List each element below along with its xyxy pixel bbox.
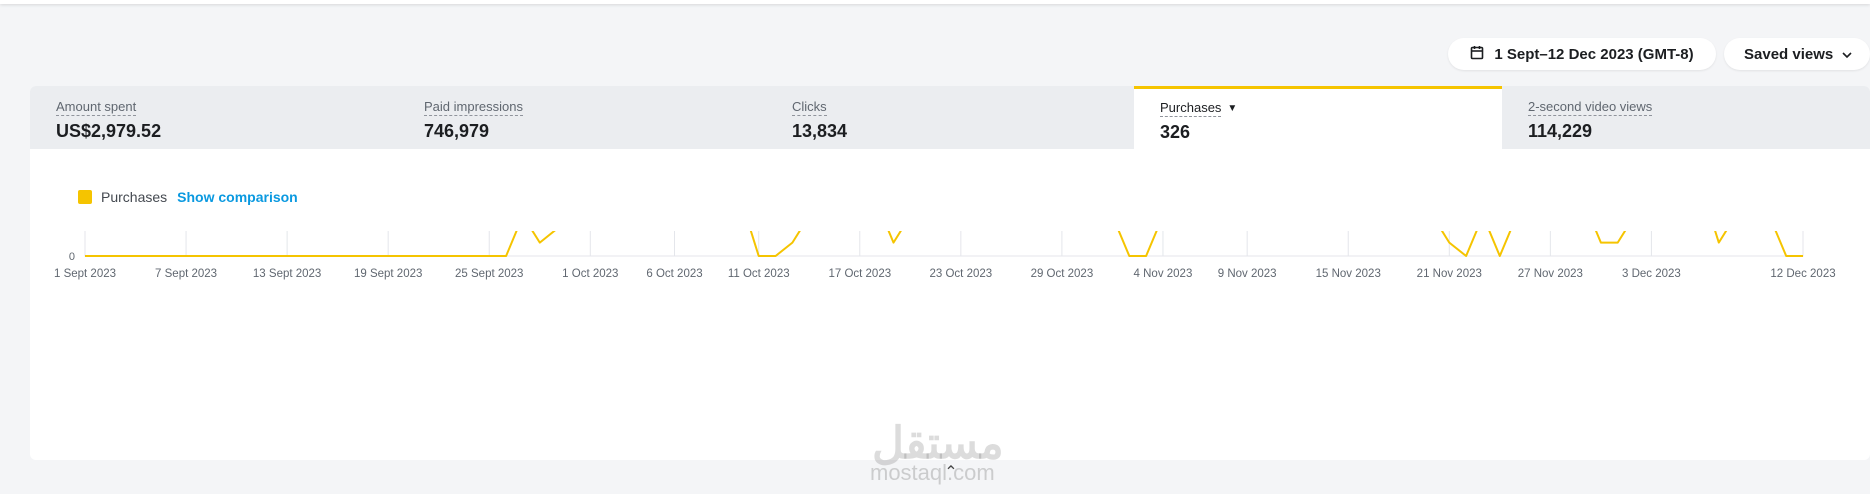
saved-views-button[interactable]: Saved views (1724, 38, 1870, 70)
calendar-icon (1470, 45, 1484, 64)
show-comparison-link[interactable]: Show comparison (177, 189, 298, 205)
tab-video-views[interactable]: 2-second video views 114,229 (1502, 86, 1870, 149)
x-tick-label: 3 Dec 2023 (1622, 268, 1681, 280)
x-tick-label: 13 Sept 2023 (253, 268, 321, 280)
legend-swatch (78, 190, 92, 204)
y-tick-label: 0 (69, 251, 75, 263)
tab-value: 326 (1160, 122, 1191, 142)
x-tick-label: 12 Dec 2023 (1770, 268, 1835, 280)
watermark-url: mostaql.com (870, 460, 995, 485)
tab-amount-spent[interactable]: Amount spent US$2,979.52 (30, 86, 398, 149)
plot-frame (84, 231, 1804, 257)
x-tick-label: 7 Sept 2023 (155, 268, 217, 280)
tab-value: 746,979 (424, 121, 490, 141)
x-tick-label: 21 Nov 2023 (1417, 268, 1482, 280)
date-range-picker[interactable]: 1 Sept–12 Dec 2023 (GMT-8) (1448, 38, 1716, 70)
tab-clicks[interactable]: Clicks 13,834 (766, 86, 1134, 149)
metrics-card: Amount spent US$2,979.52 Paid impression… (30, 86, 1870, 460)
tab-label: Clicks (792, 99, 827, 116)
x-tick-label: 27 Nov 2023 (1518, 268, 1583, 280)
date-range-label: 1 Sept–12 Dec 2023 (GMT-8) (1494, 45, 1694, 63)
x-tick-label: 29 Oct 2023 (1031, 268, 1094, 280)
x-tick-label: 23 Oct 2023 (930, 268, 993, 280)
x-tick-label: 9 Nov 2023 (1218, 268, 1277, 280)
x-tick-label: 25 Sept 2023 (455, 268, 523, 280)
x-tick-label: 11 Oct 2023 (728, 268, 790, 280)
purchases-line-chart: 0369121 Sept 20237 Sept 202313 Sept 2023… (54, 231, 1836, 280)
x-tick-label: 17 Oct 2023 (828, 268, 891, 280)
tab-value: 13,834 (792, 121, 848, 141)
tab-value: 114,229 (1528, 121, 1593, 141)
x-tick-label: 4 Nov 2023 (1134, 268, 1193, 280)
tab-label: Purchases (1160, 100, 1222, 117)
metric-tabs: Amount spent US$2,979.52 Paid impression… (30, 86, 1870, 149)
saved-views-label: Saved views (1744, 45, 1834, 63)
x-tick-label: 19 Sept 2023 (354, 268, 422, 280)
chevron-down-icon (1841, 46, 1853, 63)
chevron-up-icon[interactable]: ⌃ (940, 462, 962, 484)
tab-label: Paid impressions (424, 99, 523, 116)
legend-series-label: Purchases (101, 189, 168, 205)
tab-paid-impressions[interactable]: Paid impressions 746,979 (398, 86, 766, 149)
series-line-purchases (85, 231, 1803, 257)
tab-value: US$2,979.52 (56, 121, 162, 141)
tab-label: 2-second video views (1528, 99, 1653, 116)
top-toolbar (0, 0, 1870, 4)
tab-label: Amount spent (56, 99, 137, 116)
caret-down-icon[interactable]: ▼ (1227, 103, 1237, 114)
x-tick-label: 1 Oct 2023 (562, 268, 618, 280)
x-tick-label: 15 Nov 2023 (1316, 268, 1381, 280)
x-tick-label: 6 Oct 2023 (646, 268, 702, 280)
chart-legend: Purchases Show comparison (78, 189, 298, 205)
x-tick-label: 1 Sept 2023 (54, 268, 116, 280)
tab-purchases[interactable]: Purchases ▼ 326 (1134, 86, 1502, 149)
